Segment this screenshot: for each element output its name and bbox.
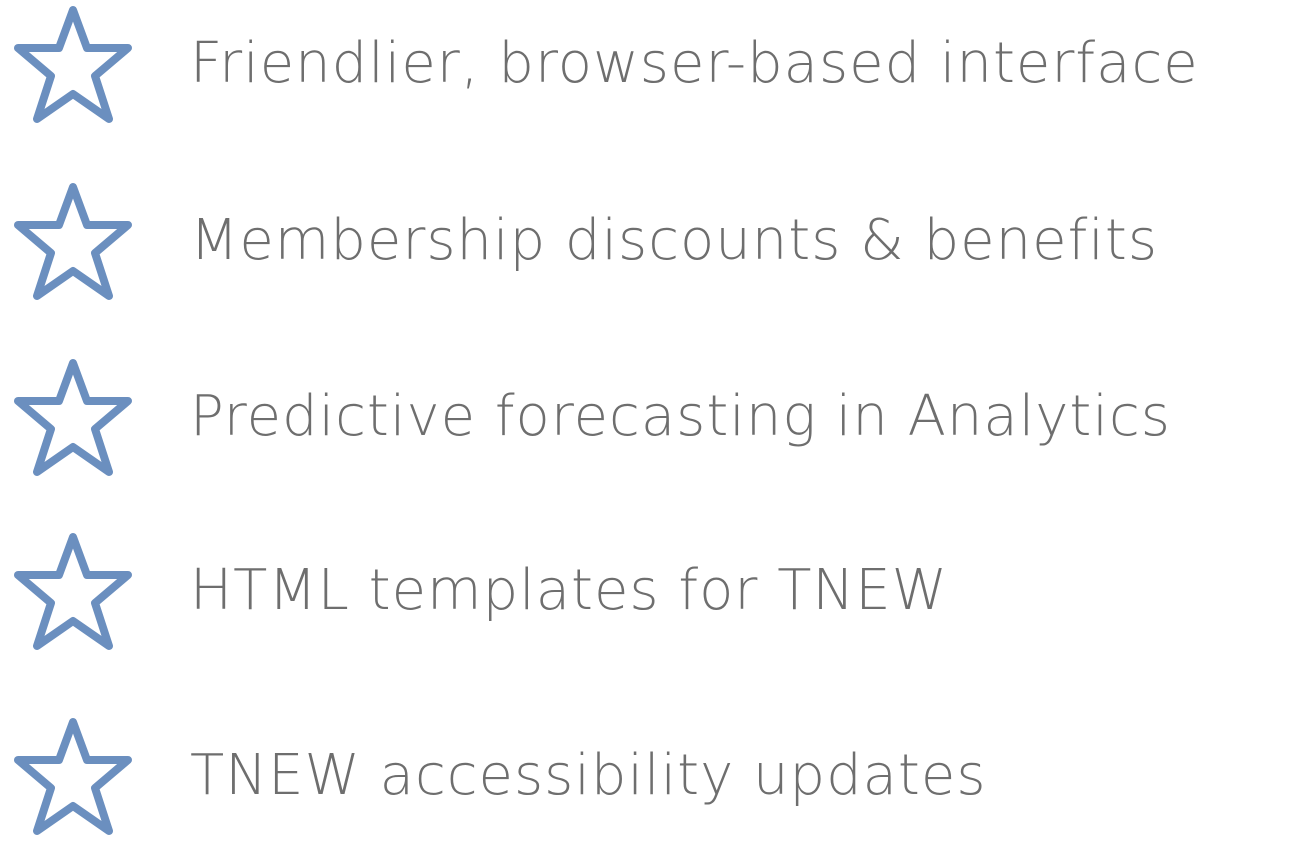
feature-text: Friendlier, browser-based interface bbox=[190, 31, 1199, 96]
feature-item: HTML templates for TNEW bbox=[0, 527, 1302, 657]
feature-text: Membership discounts & benefits bbox=[190, 208, 1158, 273]
star-outline-icon bbox=[10, 181, 136, 303]
feature-text: Predictive forecasting in Analytics bbox=[190, 384, 1171, 449]
feature-text: TNEW accessibility updates bbox=[190, 743, 987, 808]
star-outline-icon bbox=[10, 357, 136, 479]
feature-item: Membership discounts & benefits bbox=[0, 177, 1302, 307]
feature-list: Friendlier, browser-based interface Memb… bbox=[0, 0, 1302, 835]
feature-item: TNEW accessibility updates bbox=[0, 712, 1302, 842]
star-outline-icon bbox=[10, 531, 136, 653]
star-outline-icon bbox=[10, 4, 136, 126]
star-outline-icon bbox=[10, 716, 136, 838]
feature-item: Friendlier, browser-based interface bbox=[0, 0, 1302, 130]
feature-item: Predictive forecasting in Analytics bbox=[0, 353, 1302, 483]
feature-text: HTML templates for TNEW bbox=[190, 558, 949, 623]
